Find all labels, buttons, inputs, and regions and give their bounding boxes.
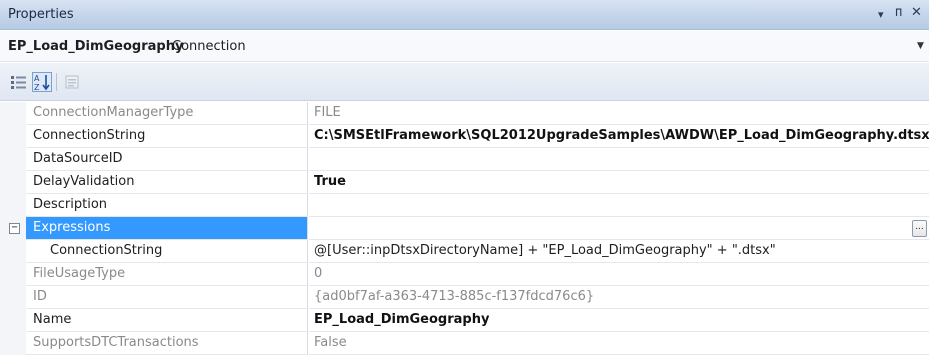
property-grid: ConnectionManagerType FILE ConnectionStr…: [0, 102, 929, 355]
categorized-icon[interactable]: [9, 72, 29, 92]
property-pages-icon[interactable]: [62, 72, 82, 92]
property-row[interactable]: ID {ad0bf7af-a363-4713-885c-f137fdcd76c6…: [0, 286, 929, 309]
property-name: DataSourceID: [26, 148, 308, 171]
property-name: Expressions: [26, 217, 308, 240]
property-value[interactable]: 0: [309, 263, 929, 286]
row-gutter: [0, 125, 26, 148]
property-value[interactable]: EP_Load_DimGeography: [309, 309, 929, 332]
property-value[interactable]: [309, 194, 929, 217]
property-value[interactable]: False: [309, 332, 929, 355]
window-title: Properties: [8, 7, 74, 22]
property-name: ConnectionString: [26, 125, 308, 148]
property-row[interactable]: DelayValidation True: [0, 171, 929, 194]
row-gutter: [0, 332, 26, 355]
properties-titlebar: Properties ▾ ᴨ ✕: [0, 0, 929, 30]
property-row-selected[interactable]: − Expressions ...: [0, 217, 929, 240]
window-menu-dropdown-icon[interactable]: ▾: [878, 8, 884, 21]
row-gutter: [0, 102, 26, 125]
ellipsis-button[interactable]: ...: [912, 220, 927, 237]
property-row[interactable]: ConnectionManagerType FILE: [0, 102, 929, 125]
property-value[interactable]: @[User::inpDtsxDirectoryName] + "EP_Load…: [309, 240, 929, 263]
row-gutter: [0, 194, 26, 217]
property-value[interactable]: C:\SMSEtlFramework\SQL2012UpgradeSamples…: [309, 125, 929, 148]
property-name: DelayValidation: [26, 171, 308, 194]
property-value[interactable]: [309, 148, 929, 171]
property-row[interactable]: Name EP_Load_DimGeography: [0, 309, 929, 332]
row-gutter: [0, 171, 26, 194]
toolbar-separator: [56, 73, 57, 91]
property-value[interactable]: [309, 217, 929, 240]
object-type: Connection: [172, 39, 246, 54]
row-gutter: [0, 240, 26, 263]
close-icon[interactable]: ✕: [911, 5, 922, 20]
property-row[interactable]: ConnectionString C:\SMSEtlFramework\SQL2…: [0, 125, 929, 148]
svg-text:Z: Z: [34, 83, 40, 91]
row-gutter: [0, 309, 26, 332]
property-value[interactable]: True: [309, 171, 929, 194]
row-gutter: −: [0, 217, 26, 240]
property-name: ConnectionString: [26, 240, 308, 263]
property-row[interactable]: SupportsDTCTransactions False: [0, 332, 929, 355]
property-row[interactable]: FileUsageType 0: [0, 263, 929, 286]
property-row[interactable]: Description: [0, 194, 929, 217]
properties-toolbar: A Z: [0, 63, 929, 101]
property-name: Description: [26, 194, 308, 217]
row-gutter: [0, 263, 26, 286]
property-name: SupportsDTCTransactions: [26, 332, 308, 355]
row-gutter: [0, 148, 26, 171]
property-name: ID: [26, 286, 308, 309]
object-selector-dropdown-icon[interactable]: ▼: [917, 41, 924, 51]
property-value[interactable]: FILE: [309, 102, 929, 125]
property-value[interactable]: {ad0bf7af-a363-4713-885c-f137fdcd76c6}: [309, 286, 929, 309]
pin-icon[interactable]: ᴨ: [895, 5, 902, 20]
property-name: Name: [26, 309, 308, 332]
property-row[interactable]: ConnectionString @[User::inpDtsxDirector…: [0, 240, 929, 263]
object-name: EP_Load_DimGeography: [8, 39, 184, 54]
property-name: ConnectionManagerType: [26, 102, 308, 125]
property-row[interactable]: DataSourceID: [0, 148, 929, 171]
collapse-icon[interactable]: −: [9, 223, 20, 234]
row-gutter: [0, 286, 26, 309]
property-name: FileUsageType: [26, 263, 308, 286]
alphabetical-icon[interactable]: A Z: [32, 72, 52, 92]
object-selector[interactable]: EP_Load_DimGeography Connection ▼: [0, 31, 929, 62]
svg-text:A: A: [34, 74, 40, 83]
